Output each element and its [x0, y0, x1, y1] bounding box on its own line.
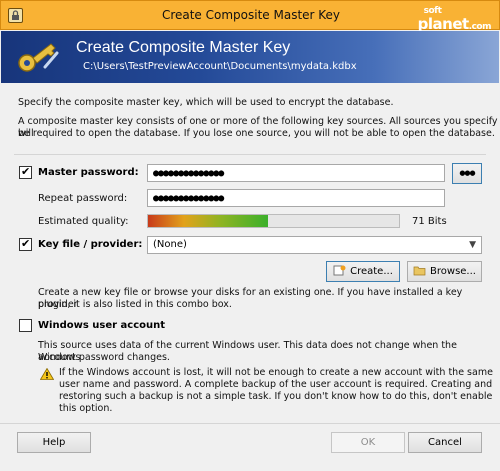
- divider: [14, 154, 486, 155]
- quality-bar-fill: [148, 215, 269, 227]
- cancel-button[interactable]: Cancel: [408, 432, 482, 453]
- folder-icon: [413, 266, 426, 276]
- quality-bar: [147, 214, 400, 228]
- quality-bits: 71 Bits: [412, 216, 447, 227]
- windows-account-checkbox[interactable]: [19, 319, 32, 332]
- banner-title: Create Composite Master Key: [76, 39, 291, 56]
- create-key-file-button[interactable]: Create...: [326, 261, 400, 282]
- title-bar: Create Composite Master Key soft planet.c…: [0, 0, 500, 32]
- help-button[interactable]: Help: [17, 432, 91, 453]
- intro-text: Specify the composite master key, which …: [18, 97, 394, 108]
- warning-text-1: If the Windows account is lost, it will …: [59, 367, 493, 378]
- master-password-checkbox[interactable]: [19, 165, 32, 179]
- warning-text-3: restoring such a backup is not a simple …: [59, 391, 493, 402]
- repeat-password-label: Repeat password:: [38, 193, 128, 204]
- key-file-label: Key file / provider:: [38, 239, 143, 250]
- key-file-selected-value: (None): [153, 239, 187, 250]
- warning-icon: [40, 368, 54, 380]
- windows-account-label: Windows user account: [38, 320, 166, 331]
- header-banner: Create Composite Master Key C:\Users\Tes…: [1, 31, 499, 83]
- windows-account-desc-2: account password changes.: [38, 352, 170, 363]
- database-path: C:\Users\TestPreviewAccount\Documents\my…: [83, 61, 357, 72]
- key-icon: [18, 43, 59, 72]
- intro-text-2b: be required to open the database. If you…: [18, 128, 495, 139]
- repeat-password-field[interactable]: ●●●●●●●●●●●●●●: [147, 189, 445, 207]
- footer-divider: [0, 423, 500, 424]
- key-file-help-2: plugin, it is also listed in this combo …: [38, 299, 232, 310]
- key-file-select[interactable]: (None) ▼: [147, 236, 482, 254]
- warning-text-2: user name and password. A complete backu…: [59, 379, 493, 390]
- watermark-logo: soft planet.com: [417, 6, 492, 33]
- dialog-body: Specify the composite master key, which …: [0, 84, 500, 471]
- estimated-quality-label: Estimated quality:: [38, 216, 129, 227]
- master-password-field[interactable]: ●●●●●●●●●●●●●●: [147, 164, 445, 182]
- key-file-checkbox[interactable]: [19, 237, 32, 251]
- browse-key-file-button[interactable]: Browse...: [407, 261, 482, 282]
- master-password-label: Master password:: [38, 167, 139, 178]
- chevron-down-icon: ▼: [469, 240, 476, 250]
- new-file-icon: [333, 265, 346, 276]
- ok-button[interactable]: OK: [331, 432, 405, 453]
- warning-text-4: this option.: [59, 403, 113, 414]
- show-password-button[interactable]: ●●●: [452, 163, 482, 184]
